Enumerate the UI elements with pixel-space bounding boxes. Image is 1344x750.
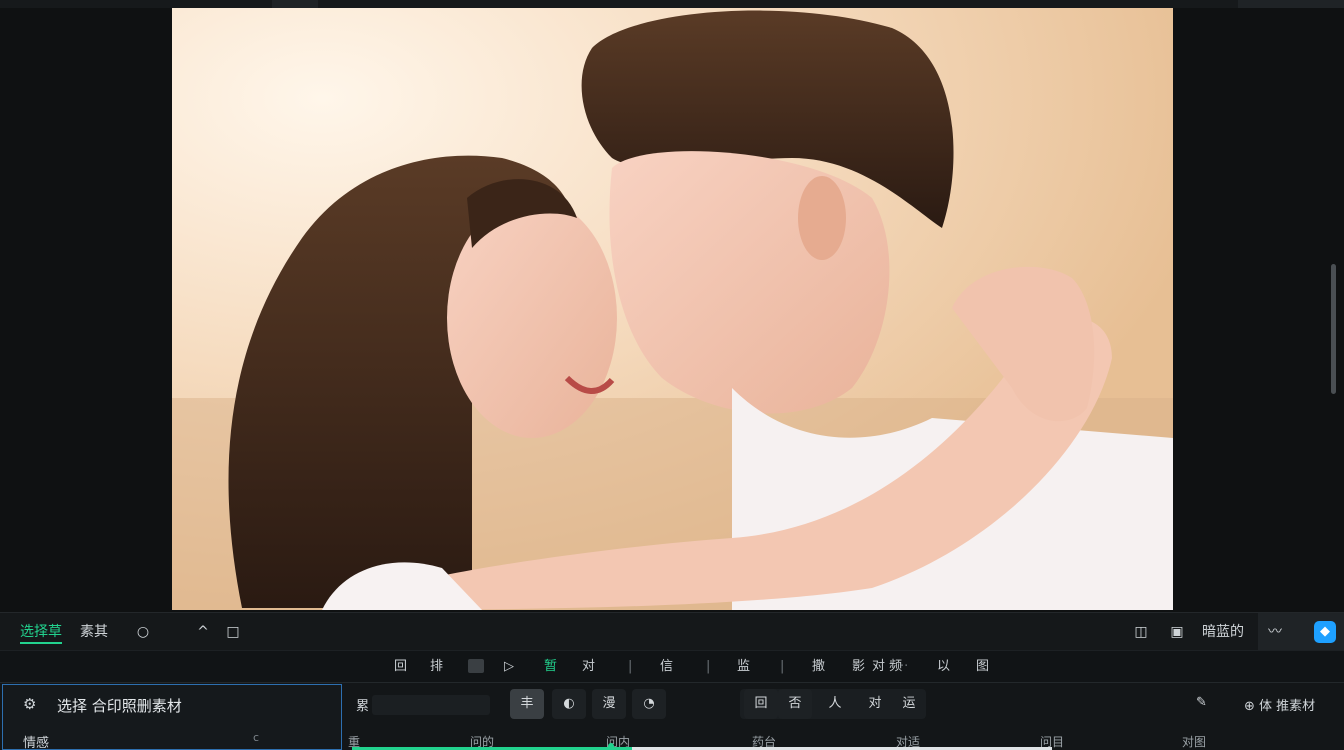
group-pill[interactable]: 人 bbox=[818, 689, 852, 719]
tool-item[interactable]: 撒 bbox=[812, 651, 825, 683]
material-panel-dot: c bbox=[253, 731, 260, 744]
material-panel-title: 选择 合印照删素材 bbox=[57, 697, 182, 715]
field-label: 累 bbox=[356, 699, 370, 714]
separator: | bbox=[628, 659, 633, 674]
edit-toolbar: 回 排 ▷ 暂 对 | 信 | 监 | 撒 影 对 频 ·· 以 图 bbox=[0, 650, 1344, 683]
tab-material[interactable]: 素其 bbox=[80, 613, 108, 651]
tool-item[interactable]: 影 bbox=[852, 651, 865, 683]
chevron-up-icon[interactable]: ^ bbox=[194, 623, 212, 641]
preview-mode-label[interactable]: 暗蓝的 bbox=[1202, 613, 1244, 651]
video-preview[interactable] bbox=[172, 8, 1173, 610]
thumbnail-icon[interactable] bbox=[468, 659, 484, 673]
tool-item-active[interactable]: 暂 bbox=[544, 651, 557, 683]
playhead[interactable] bbox=[608, 743, 614, 750]
add-material-icon: ⊕ bbox=[1244, 699, 1260, 714]
top-strip bbox=[0, 0, 1344, 8]
pill-button[interactable]: 丰 bbox=[510, 689, 544, 719]
split-icon[interactable]: ◫ bbox=[1132, 623, 1150, 641]
image-icon[interactable]: ▣ bbox=[1168, 623, 1186, 641]
settings-icon[interactable]: ⚙ bbox=[23, 695, 36, 713]
pill-button[interactable]: ◔ bbox=[632, 689, 666, 719]
separator: | bbox=[706, 659, 711, 674]
group-pill[interactable]: 回 bbox=[744, 689, 778, 719]
tool-item[interactable]: 以 bbox=[937, 651, 950, 683]
tool-item[interactable]: 信 bbox=[660, 651, 673, 683]
editor-app: 选择草 素其 ○ ^ □ ◫ ▣ 暗蓝的 〰 ◆ 回 排 ▷ 暂 对 | 信 |… bbox=[0, 0, 1344, 750]
bottom-panel: ⚙ 选择 合印照删素材 情感 c 累 丰 ◐ 漫 ◔ 回 否 人 对 运 ✎ ⊕… bbox=[0, 682, 1344, 750]
tool-item[interactable]: 回 bbox=[394, 651, 407, 683]
preview-scrollbar[interactable] bbox=[1331, 264, 1336, 394]
material-panel-subtitle: 情感 bbox=[23, 736, 50, 750]
pill-button[interactable]: 漫 bbox=[592, 689, 626, 719]
group-pill[interactable]: 运 bbox=[892, 689, 926, 719]
field-input[interactable] bbox=[372, 695, 490, 715]
timeline-tick: 对图 bbox=[1182, 735, 1207, 749]
main-toolbar: 选择草 素其 ○ ^ □ ◫ ▣ 暗蓝的 〰 ◆ bbox=[0, 612, 1344, 651]
tool-item[interactable]: 对 bbox=[582, 651, 595, 683]
top-strip-segment[interactable] bbox=[272, 0, 318, 8]
more-dots[interactable]: ·· bbox=[900, 651, 908, 683]
wave-icon[interactable]: 〰 bbox=[1266, 623, 1284, 641]
tool-item[interactable]: 对 频 bbox=[872, 651, 902, 683]
separator: | bbox=[780, 659, 785, 674]
top-strip-segment[interactable] bbox=[1238, 0, 1344, 8]
tool-item[interactable]: 排 bbox=[430, 651, 443, 683]
pill-button[interactable]: ◐ bbox=[552, 689, 586, 719]
search-icon[interactable]: ○ bbox=[134, 623, 152, 641]
tool-item[interactable]: 监 bbox=[737, 651, 750, 683]
add-material-label: 体 推素材 bbox=[1259, 699, 1316, 714]
ai-icon[interactable]: ◆ bbox=[1314, 621, 1336, 643]
group-pill[interactable]: 否 bbox=[778, 689, 812, 719]
group-pill[interactable]: 对 bbox=[858, 689, 892, 719]
preview-image bbox=[172, 8, 1173, 610]
tab-active-underline bbox=[20, 642, 62, 644]
preview-area bbox=[0, 8, 1344, 612]
add-material-button[interactable]: ⊕ 体 推素材 bbox=[1244, 695, 1315, 714]
play-icon[interactable]: ▷ bbox=[504, 651, 514, 683]
edit-icon[interactable]: ✎ bbox=[1196, 695, 1207, 710]
layout-icon[interactable]: □ bbox=[224, 623, 242, 641]
tab-select-label: 选择草 bbox=[20, 624, 62, 640]
tab-select[interactable]: 选择草 bbox=[20, 613, 62, 651]
tool-item[interactable]: 图 bbox=[976, 651, 989, 683]
material-panel[interactable]: ⚙ 选择 合印照删素材 情感 c bbox=[2, 684, 342, 750]
